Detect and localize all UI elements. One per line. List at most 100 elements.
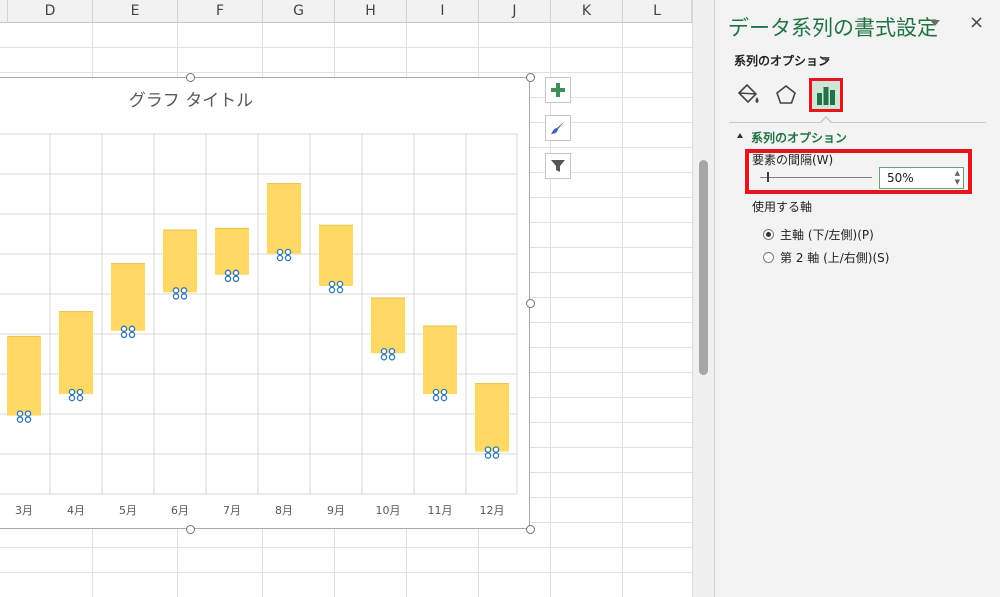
column-header-j[interactable]: J xyxy=(479,0,551,23)
selection-marker-dot xyxy=(440,394,448,402)
close-pane-button[interactable]: × xyxy=(969,12,984,33)
category-label: 6月 xyxy=(171,504,189,517)
category-label: 8月 xyxy=(275,504,293,517)
resize-handle-right[interactable] xyxy=(526,299,535,308)
category-label: 4月 xyxy=(67,504,85,517)
column-header-f[interactable]: F xyxy=(178,0,263,23)
spin-down-icon[interactable]: ▼ xyxy=(955,179,960,186)
selection-marker-dot xyxy=(120,325,128,333)
category-label: 7月 xyxy=(223,504,241,517)
resize-handle-bottom[interactable] xyxy=(186,525,195,534)
bar-7月 xyxy=(215,228,249,275)
radio-secondary-label[interactable]: 第 2 軸 (上/右側)(S) xyxy=(780,249,889,266)
selection-marker-dot xyxy=(380,347,388,355)
collapse-triangle-icon[interactable] xyxy=(737,133,743,138)
column-header-k[interactable]: K xyxy=(551,0,623,23)
selection-marker-dot xyxy=(24,410,32,417)
divider xyxy=(729,122,986,123)
chart-plot[interactable]: グラフ タイトル 3月 4月 5月 6月 7月 8月 9月 10月 11月 12月 xyxy=(0,78,531,530)
tab-fill-line[interactable] xyxy=(731,78,765,112)
column-header-g[interactable]: G xyxy=(263,0,335,23)
radio-button[interactable] xyxy=(763,229,774,240)
selection-marker-dot xyxy=(172,293,180,300)
chart-title: グラフ タイトル xyxy=(129,91,253,111)
selection-marker-dot xyxy=(484,452,492,459)
bar-4月 xyxy=(59,311,93,394)
selection-marker-dot xyxy=(68,394,76,402)
gap-width-value[interactable]: 50% xyxy=(887,171,914,185)
selection-marker-dot xyxy=(16,410,24,417)
chart-elements-button[interactable] xyxy=(545,77,571,103)
selection-marker-dot xyxy=(16,416,24,423)
pane-menu-chevron-icon[interactable] xyxy=(930,20,940,26)
format-data-series-pane: データ系列の書式設定 × 系列のオプション 系列のオプション 要素の間隔(W) … xyxy=(714,0,1000,597)
selection-marker-dot xyxy=(284,248,292,256)
selection-marker-dot xyxy=(172,287,180,294)
bar-11月 xyxy=(423,326,457,394)
chart-styles-button[interactable] xyxy=(545,115,571,141)
plus-icon xyxy=(551,83,565,97)
radio-secondary-axis[interactable]: 第 2 軸 (上/右側)(S) xyxy=(763,249,889,266)
selection-marker-dot xyxy=(128,325,136,333)
scrollbar-thumb[interactable] xyxy=(699,160,708,375)
radio-button[interactable] xyxy=(763,252,774,263)
bar-12月 xyxy=(475,383,509,452)
bar-10月 xyxy=(371,298,405,354)
brush-icon xyxy=(551,121,565,134)
selection-marker-dot xyxy=(432,388,440,396)
radio-primary-axis[interactable]: 主軸 (下/左側)(P) xyxy=(763,226,874,243)
gap-width-label: 要素の間隔(W) xyxy=(752,153,834,167)
radio-primary-label[interactable]: 主軸 (下/左側)(P) xyxy=(780,226,874,243)
paint-bucket-icon xyxy=(737,83,759,104)
selection-marker-dot xyxy=(24,416,32,423)
selection-marker-dot xyxy=(388,347,396,355)
bar-6月 xyxy=(163,230,197,293)
pane-title: データ系列の書式設定 xyxy=(728,16,938,40)
column-gridline xyxy=(622,23,623,597)
selection-marker-dot xyxy=(492,452,500,459)
bar-3月 xyxy=(7,336,41,416)
column-header-d[interactable]: D xyxy=(8,0,93,23)
gap-width-input[interactable]: 50% ▲ ▼ xyxy=(879,167,964,189)
selection-marker-dot xyxy=(128,331,136,339)
chart-area[interactable]: グラフ タイトル 3月 4月 5月 6月 7月 8月 9月 10月 11月 12月 xyxy=(0,77,530,529)
series-options-dropdown[interactable]: 系列のオプション xyxy=(734,52,830,69)
column-header-h[interactable]: H xyxy=(335,0,407,23)
selection-marker-dot xyxy=(276,254,284,262)
worksheet-grid[interactable]: D E F G H I J K L グラフ タイトル 3月 4月 5月 6月 7月 8月 9月… xyxy=(0,0,692,597)
resize-handle-top[interactable] xyxy=(186,73,195,82)
selection-marker-dot xyxy=(484,446,492,453)
pentagon-icon xyxy=(776,84,796,104)
selection-marker-dot xyxy=(232,275,240,283)
chart-filters-button[interactable] xyxy=(545,153,571,179)
category-label: 3月 xyxy=(15,504,33,517)
selection-marker-dot xyxy=(380,353,388,361)
column-header-i[interactable]: I xyxy=(407,0,479,23)
slider-thumb[interactable] xyxy=(767,172,769,182)
selection-marker-dot xyxy=(232,269,240,277)
selection-marker-dot xyxy=(224,275,232,283)
selection-marker-dot xyxy=(388,353,396,361)
selection-marker-dot xyxy=(180,293,188,300)
bar-9月 xyxy=(319,225,353,286)
gap-width-slider[interactable] xyxy=(760,177,872,178)
column-header-e[interactable]: E xyxy=(93,0,178,23)
category-label: 9月 xyxy=(327,504,345,517)
column-header-partial[interactable] xyxy=(0,0,8,23)
selection-marker-dot xyxy=(76,388,84,396)
selection-marker-dot xyxy=(76,394,84,402)
resize-handle-bottom-right[interactable] xyxy=(526,525,535,534)
column-gridline xyxy=(550,23,551,597)
tab-effects[interactable] xyxy=(769,78,803,112)
spin-up-icon[interactable]: ▲ xyxy=(955,170,960,177)
selection-marker-dot xyxy=(440,388,448,396)
chevron-down-icon[interactable] xyxy=(822,57,830,62)
category-label: 5月 xyxy=(119,504,137,517)
selection-marker-dot xyxy=(328,280,336,288)
selection-marker-dot xyxy=(276,248,284,256)
resize-handle-top-right[interactable] xyxy=(526,73,535,82)
section-series-options[interactable]: 系列のオプション xyxy=(751,129,847,146)
tab-series-options[interactable] xyxy=(809,78,843,112)
bar-chart-icon xyxy=(817,87,835,105)
column-header-l[interactable]: L xyxy=(623,0,692,23)
